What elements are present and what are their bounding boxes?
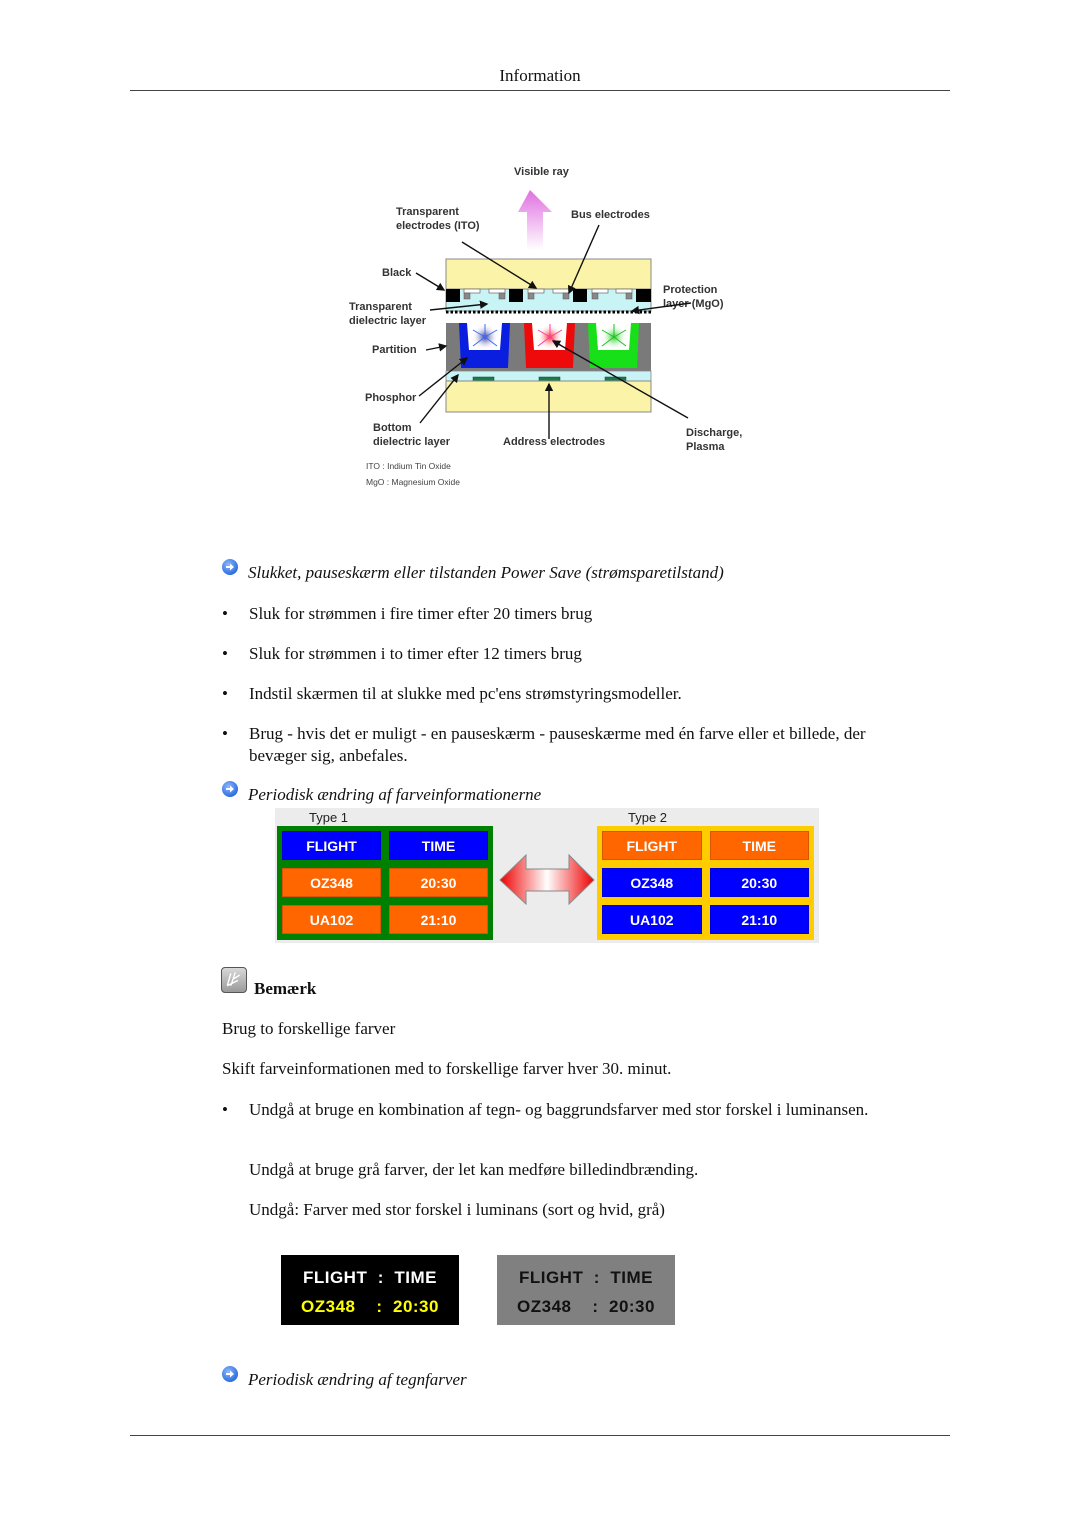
arrow-right-circle-icon [222,1366,238,1382]
lum-row-header: FLIGHT : TIME [518,1267,654,1287]
luminance-example-high-contrast: FLIGHT : TIME OZ348 : 20:30 [281,1255,459,1325]
note-bullet-list: • Undgå at bruge en kombination af tegn- … [222,1099,882,1121]
list-item-text: Brug - hvis det er muligt - en pauseskær… [249,724,866,765]
flight-board-cell: FLIGHT [282,831,381,860]
note-ito: ITO : Indium Tin Oxide [366,461,451,471]
label-black: Black [382,267,412,279]
power-save-bullet-list: • Sluk for strømmen i fire timer efter 20… [222,603,882,767]
label-plasma: Plasma [686,441,725,453]
label-partition: Partition [372,344,417,356]
label-transparent-electrodes: Transparent [396,206,459,218]
lum-row-header: FLIGHT : TIME [302,1267,438,1287]
note-indent-1: Undgå at bruge grå farver, der let kan m… [249,1160,699,1179]
list-item-text: Undgå at bruge en kombination af tegn- o… [249,1100,869,1119]
flight-board-cell: UA102 [282,905,381,934]
flight-board-cell: FLIGHT [602,831,702,860]
label-transparent-dielectric-layer: dielectric layer [349,315,427,327]
flight-board-cell: 21:10 [709,905,809,934]
list-item: • Indstil skærmen til at slukke med pc'en… [222,684,682,703]
list-item-text: Indstil skærmen til at slukke med pc'ens… [249,684,682,703]
label-visible-ray: Visible ray [514,166,570,178]
section-power-save-heading: Slukket, pauseskærm eller tilstanden Pow… [222,559,724,583]
visible-ray-arrow-icon [518,190,552,250]
label-protection-mgo: layer (MgO) [663,298,724,310]
pdp-structure-diagram: Visible ray Transparent electrodes (ITO)… [340,160,760,495]
label-protection: Protection [663,284,718,296]
flight-board-cell: OZ348 [282,868,381,897]
list-item: • Sluk for strømmen i fire timer efter 20… [222,604,593,623]
note-indent-2: Undgå: Farver med stor forskel i luminan… [249,1200,665,1219]
section-heading-text: Slukket, pauseskærm eller tilstanden Pow… [248,563,724,582]
label-bottom: Bottom [373,422,412,434]
note-label: Bemærk [254,979,317,998]
flight-board-cell: TIME [389,831,488,860]
flight-board-cell: 21:10 [389,905,488,934]
type2-label: Type 2 [628,810,668,825]
section-text-color-heading: Periodisk ændring af tegnfarver [222,1366,467,1390]
type1-board: FLIGHT TIME OZ348 20:30 UA102 21:10 [277,826,493,940]
lum-row-value: OZ348 : 20:30 [301,1296,439,1316]
flight-board-cell: 20:30 [389,868,488,897]
list-item: • Undgå at bruge en kombination af tegn- … [222,1100,869,1119]
label-bus-electrodes: Bus electrodes [571,209,650,221]
note-pencil-icon [221,967,247,993]
flight-board-cell: UA102 [602,905,702,934]
header-divider [130,90,950,91]
label-phosphor: Phosphor [365,392,417,404]
luminance-example-gray: FLIGHT : TIME OZ348 : 20:30 [497,1255,675,1325]
type2-board: FLIGHT TIME OZ348 20:30 UA102 21:10 [597,826,814,940]
section-heading-text: Periodisk ændring af tegnfarver [248,1370,467,1389]
section-heading-text: Periodisk ændring af farveinformationern… [248,785,542,804]
footer-divider [130,1435,950,1436]
page-header-title: Information [499,66,581,85]
double-arrow-icon [499,853,595,906]
arrow-right-circle-icon [222,559,238,575]
label-transparent-dielectric: Transparent [349,301,412,313]
note-mgo: MgO : Magnesium Oxide [366,477,460,487]
section-color-change-heading: Periodisk ændring af farveinformationern… [222,781,542,805]
type1-label: Type 1 [309,810,349,825]
flight-board-cell: TIME [709,831,809,860]
front-glass [445,258,652,290]
label-address-electrodes: Address electrodes [503,436,605,448]
list-item: • Brug - hvis det er muligt - en pauseskæ… [222,723,882,767]
note-line-2: Skift farveinformationen med to forskell… [222,1059,672,1078]
label-discharge: Discharge, [686,427,742,439]
list-item-text: Sluk for strømmen i fire timer efter 20 … [249,604,593,623]
label-transparent-electrodes-ito: electrodes (ITO) [396,220,480,232]
flight-board-cell: OZ348 [602,868,702,897]
note-line-1: Brug to forskellige farver [222,1019,396,1038]
flight-board-cell: 20:30 [709,868,809,897]
list-item: • Sluk for strømmen i to timer efter 12 t… [222,644,582,663]
label-bottom-dielectric-layer: dielectric layer [373,436,451,448]
arrow-right-circle-icon [222,781,238,797]
list-item-text: Sluk for strømmen i to timer efter 12 ti… [249,644,582,663]
lum-row-value: OZ348 : 20:30 [517,1296,655,1316]
